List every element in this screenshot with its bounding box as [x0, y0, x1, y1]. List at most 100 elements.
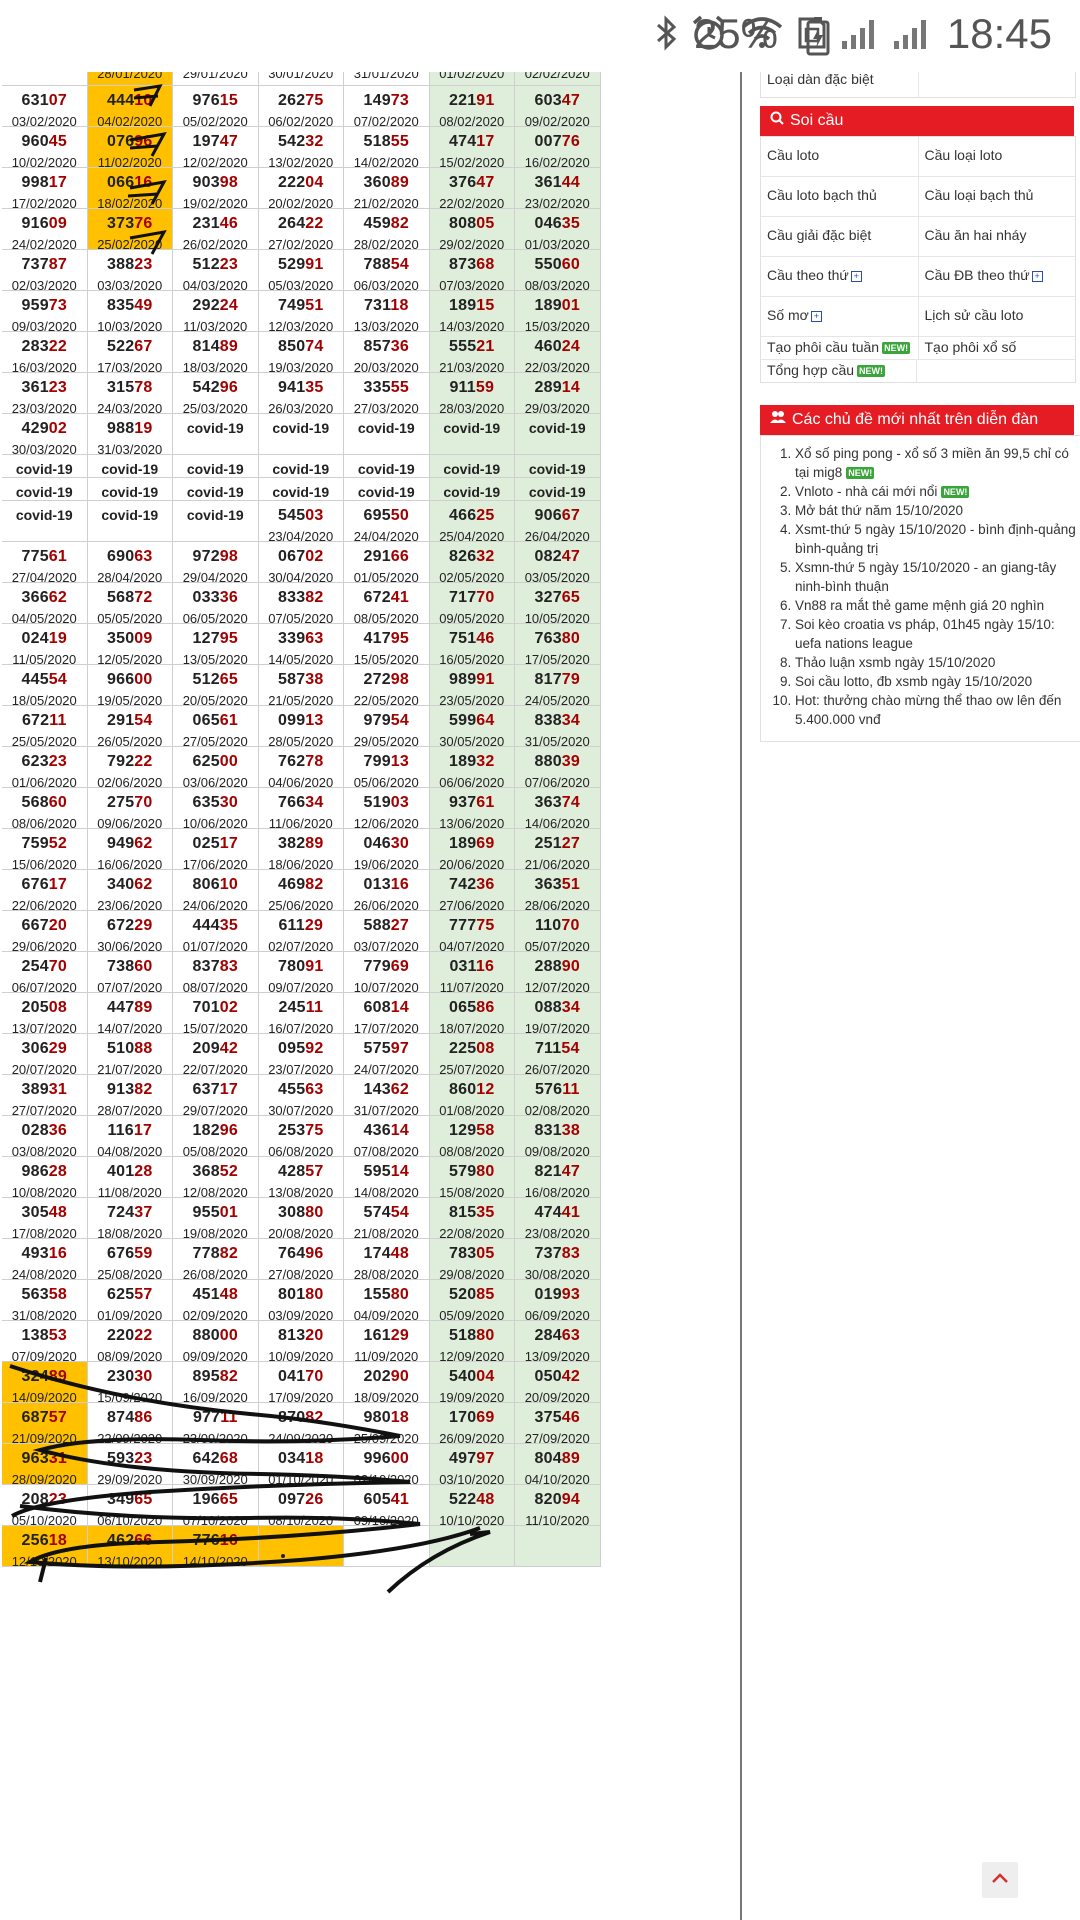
number-tail: 68	[219, 1450, 238, 1467]
result-date: 01/09/2020	[97, 1308, 163, 1321]
result-cell: 32489 14/09/2020	[2, 1362, 88, 1403]
number-head: 603	[534, 92, 562, 109]
number-tail: 18	[390, 1409, 409, 1426]
result-cell: 45982 28/02/2020	[344, 209, 430, 250]
lottery-grid: 28/01/2020 29/01/2020 30/01/2020 31/01/2020…	[0, 72, 738, 1920]
soi-cau-link[interactable]: Cầu loto	[761, 137, 918, 176]
result-date: 23/07/2020	[268, 1062, 334, 1075]
number-head: 776	[192, 1532, 220, 1549]
number-tail: 44	[561, 174, 580, 191]
number-tail: 86	[476, 999, 495, 1016]
result-cell: 66720 29/06/2020	[2, 911, 88, 952]
topic-link[interactable]: Xsmt-thứ 5 ngày 15/10/2020 - bình định-q…	[795, 520, 1080, 558]
number-tail: 23	[48, 753, 67, 770]
number-head: 388	[107, 256, 135, 273]
result-date: 12/02/2020	[182, 155, 248, 168]
soi-cau-link[interactable]: Tạo phôi xổ số	[917, 337, 1076, 359]
result-cell: 73783 30/08/2020	[515, 1239, 601, 1280]
soi-cau-link[interactable]: Tổng hợp cầu NEW!	[761, 360, 917, 382]
topic-link[interactable]: Soi kèo croatia vs pháp, 01h45 ngày 15/1…	[795, 615, 1080, 653]
result-cell: 79913 05/06/2020	[344, 747, 430, 788]
topic-link[interactable]: Xsmn-thứ 5 ngày 15/10/2020 - an giang-tâ…	[795, 558, 1080, 596]
result-number: 25127	[515, 835, 600, 853]
result-number: 55521	[430, 338, 515, 356]
result-cell: 95501 19/08/2020	[173, 1198, 259, 1239]
soi-cau-link[interactable]: Cầu loại bạch thủ	[917, 177, 1076, 216]
result-number: 44410	[88, 92, 173, 110]
soi-cau-link[interactable]: Cầu ăn hai nháy	[917, 217, 1076, 256]
result-date: 16/08/2020	[524, 1185, 590, 1198]
result-cell: 56358 31/08/2020	[2, 1280, 88, 1321]
number-head: 780	[278, 958, 306, 975]
result-date: 23/03/2020	[11, 401, 77, 414]
result-date: 27/04/2020	[11, 570, 77, 583]
result-date: 04/05/2020	[11, 611, 77, 624]
covid-label: covid-19	[528, 484, 586, 500]
number-tail: 38	[305, 671, 324, 688]
result-number: 03116	[430, 958, 515, 976]
soi-cau-link[interactable]: Cầu loại loto	[917, 137, 1076, 176]
soi-cau-link[interactable]: Lịch sử cầu loto	[917, 297, 1076, 336]
result-date: 15/08/2020	[439, 1185, 505, 1198]
topic-link[interactable]: Vn88 ra mắt thẻ game mệnh giá 20 nghìn	[795, 596, 1080, 615]
number-head: 672	[21, 712, 50, 729]
number-head: 690	[107, 548, 135, 565]
result-date: 06/10/2020	[97, 1513, 163, 1526]
result-cell: 38823 03/03/2020	[87, 250, 173, 291]
expand-plus-icon[interactable]: +	[1031, 270, 1043, 282]
number-tail: 87	[48, 256, 67, 273]
number-tail: 82	[305, 589, 324, 606]
number-tail: 26	[305, 1491, 324, 1508]
result-date: 05/03/2020	[268, 278, 334, 291]
result-number: 05042	[515, 1368, 600, 1386]
result-date: 02/10/2020	[353, 1472, 419, 1485]
soi-cau-link[interactable]: Cầu ĐB theo thứ +	[917, 257, 1076, 296]
result-cell: 37647 22/02/2020	[429, 168, 515, 209]
number-tail: 51	[305, 297, 324, 314]
result-number: 85736	[344, 338, 429, 356]
result-cell: 71770 09/05/2020	[429, 583, 515, 624]
status-bar: 25% 18:45	[0, 0, 1080, 72]
number-tail: 35	[219, 917, 238, 934]
result-cell: 38931 27/07/2020	[2, 1075, 88, 1116]
topic-link[interactable]: Soi cầu lotto, đb xsmb ngày 15/10/2020	[795, 672, 1080, 691]
topic-link[interactable]: Hot: thưởng chào mừng thể thao ow lên đế…	[795, 691, 1080, 729]
result-number: 55060	[515, 256, 600, 274]
result-cell: 06586 18/07/2020	[429, 993, 515, 1034]
number-tail: 14	[561, 379, 580, 396]
number-tail: 82	[219, 1368, 238, 1385]
expand-plus-icon[interactable]: +	[810, 310, 822, 322]
result-date: 03/09/2020	[268, 1308, 334, 1321]
result-cell: 40128 11/08/2020	[87, 1157, 173, 1198]
number-head: 880	[192, 1327, 220, 1344]
result-date: 07/08/2020	[353, 1144, 419, 1157]
soi-cau-link[interactable]: Số mơ +	[761, 297, 918, 336]
result-number: 28463	[515, 1327, 600, 1345]
result-cell: 69550 24/04/2020	[344, 501, 430, 542]
result-date: 28/07/2020	[97, 1103, 163, 1116]
new-badge: NEW!	[846, 467, 875, 480]
topic-link[interactable]: Vnloto - nhà cái mới nổiNEW!	[795, 482, 1080, 501]
result-number: 23146	[173, 215, 258, 233]
result-cell: covid-19	[515, 414, 601, 455]
number-tail: 50	[390, 507, 409, 524]
result-number: 57611	[515, 1081, 600, 1099]
result-cell: 23030 15/09/2020	[87, 1362, 173, 1403]
result-date: 20/03/2020	[353, 360, 419, 373]
result-cell: covid-19	[87, 455, 173, 478]
link-label: Lịch sử cầu loto	[924, 307, 1024, 323]
result-cell: 75146 16/05/2020	[429, 624, 515, 665]
topic-link[interactable]: Xổ số ping pong - xổ số 3 miền ăn 99,5 c…	[795, 444, 1080, 482]
scroll-to-top-button[interactable]	[982, 1862, 1018, 1898]
soi-cau-link[interactable]: Tạo phôi cầu tuần NEW!	[761, 337, 918, 359]
soi-cau-link[interactable]: Cầu loto bạch thủ	[761, 177, 918, 216]
result-cell: 33963 14/05/2020	[258, 624, 344, 665]
soi-cau-link[interactable]: Cầu giải đặc biệt	[761, 217, 918, 256]
expand-plus-icon[interactable]: +	[850, 270, 862, 282]
result-cell: 79222 02/06/2020	[87, 747, 173, 788]
topic-link[interactable]: Thảo luận xsmb ngày 15/10/2020	[795, 653, 1080, 672]
number-head: 065	[449, 999, 477, 1016]
topic-link[interactable]: Mở bát thứ năm 15/10/2020	[795, 501, 1080, 520]
number-tail: 32	[476, 548, 495, 565]
soi-cau-link[interactable]: Cầu theo thứ +	[761, 257, 918, 296]
